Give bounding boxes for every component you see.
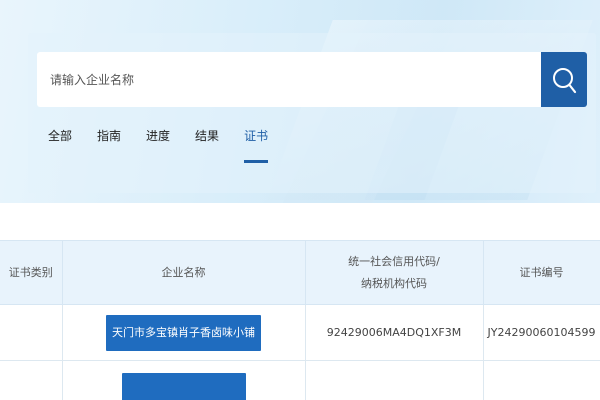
search-button[interactable]: [541, 52, 587, 107]
column-header-credit-code-line2: 纳税机构代码: [361, 276, 427, 290]
cell-category: [0, 304, 63, 361]
column-header-credit-code-line1: 统一社会信用代码/: [348, 254, 440, 268]
table-header-row: 证书类别 企业名称 统一社会信用代码/ 纳税机构代码 证书编号: [0, 240, 600, 305]
results-table-container: 证书类别 企业名称 统一社会信用代码/ 纳税机构代码 证书编号 天门市多宝镇肖子…: [0, 240, 600, 400]
table-row: 天门市多宝镇肖子香卤味小铺 92429006MA4DQ1XF3M JY24290…: [0, 304, 600, 361]
cell-credit-code: [305, 360, 484, 400]
column-header-cert-no: 证书编号: [483, 240, 600, 305]
category-tabs: 全部 指南 进度 结果 证书: [48, 127, 293, 163]
table-row: [0, 360, 600, 400]
cell-company: 天门市多宝镇肖子香卤味小铺: [62, 304, 306, 361]
search-icon: [553, 67, 577, 93]
search-box: [37, 52, 541, 107]
cell-credit-code: 92429006MA4DQ1XF3M: [305, 304, 484, 361]
column-header-credit-code: 统一社会信用代码/ 纳税机构代码: [305, 240, 484, 305]
tab-certificate[interactable]: 证书: [244, 127, 269, 163]
cell-company: [62, 360, 306, 400]
cell-cert-no: JY24290060104599: [483, 304, 600, 361]
cell-category: [0, 360, 63, 400]
tab-guide[interactable]: 指南: [97, 127, 121, 163]
column-header-category: 证书类别: [0, 240, 63, 305]
search-input[interactable]: [50, 52, 541, 107]
tab-all[interactable]: 全部: [48, 127, 72, 163]
column-header-company: 企业名称: [62, 240, 306, 305]
cell-cert-no: [483, 360, 600, 400]
results-table: 证书类别 企业名称 统一社会信用代码/ 纳税机构代码 证书编号 天门市多宝镇肖子…: [0, 240, 600, 400]
company-name-button[interactable]: 天门市多宝镇肖子香卤味小铺: [106, 314, 261, 351]
company-name-button[interactable]: [121, 373, 246, 400]
tab-progress[interactable]: 进度: [146, 127, 170, 163]
tab-result[interactable]: 结果: [195, 127, 219, 163]
